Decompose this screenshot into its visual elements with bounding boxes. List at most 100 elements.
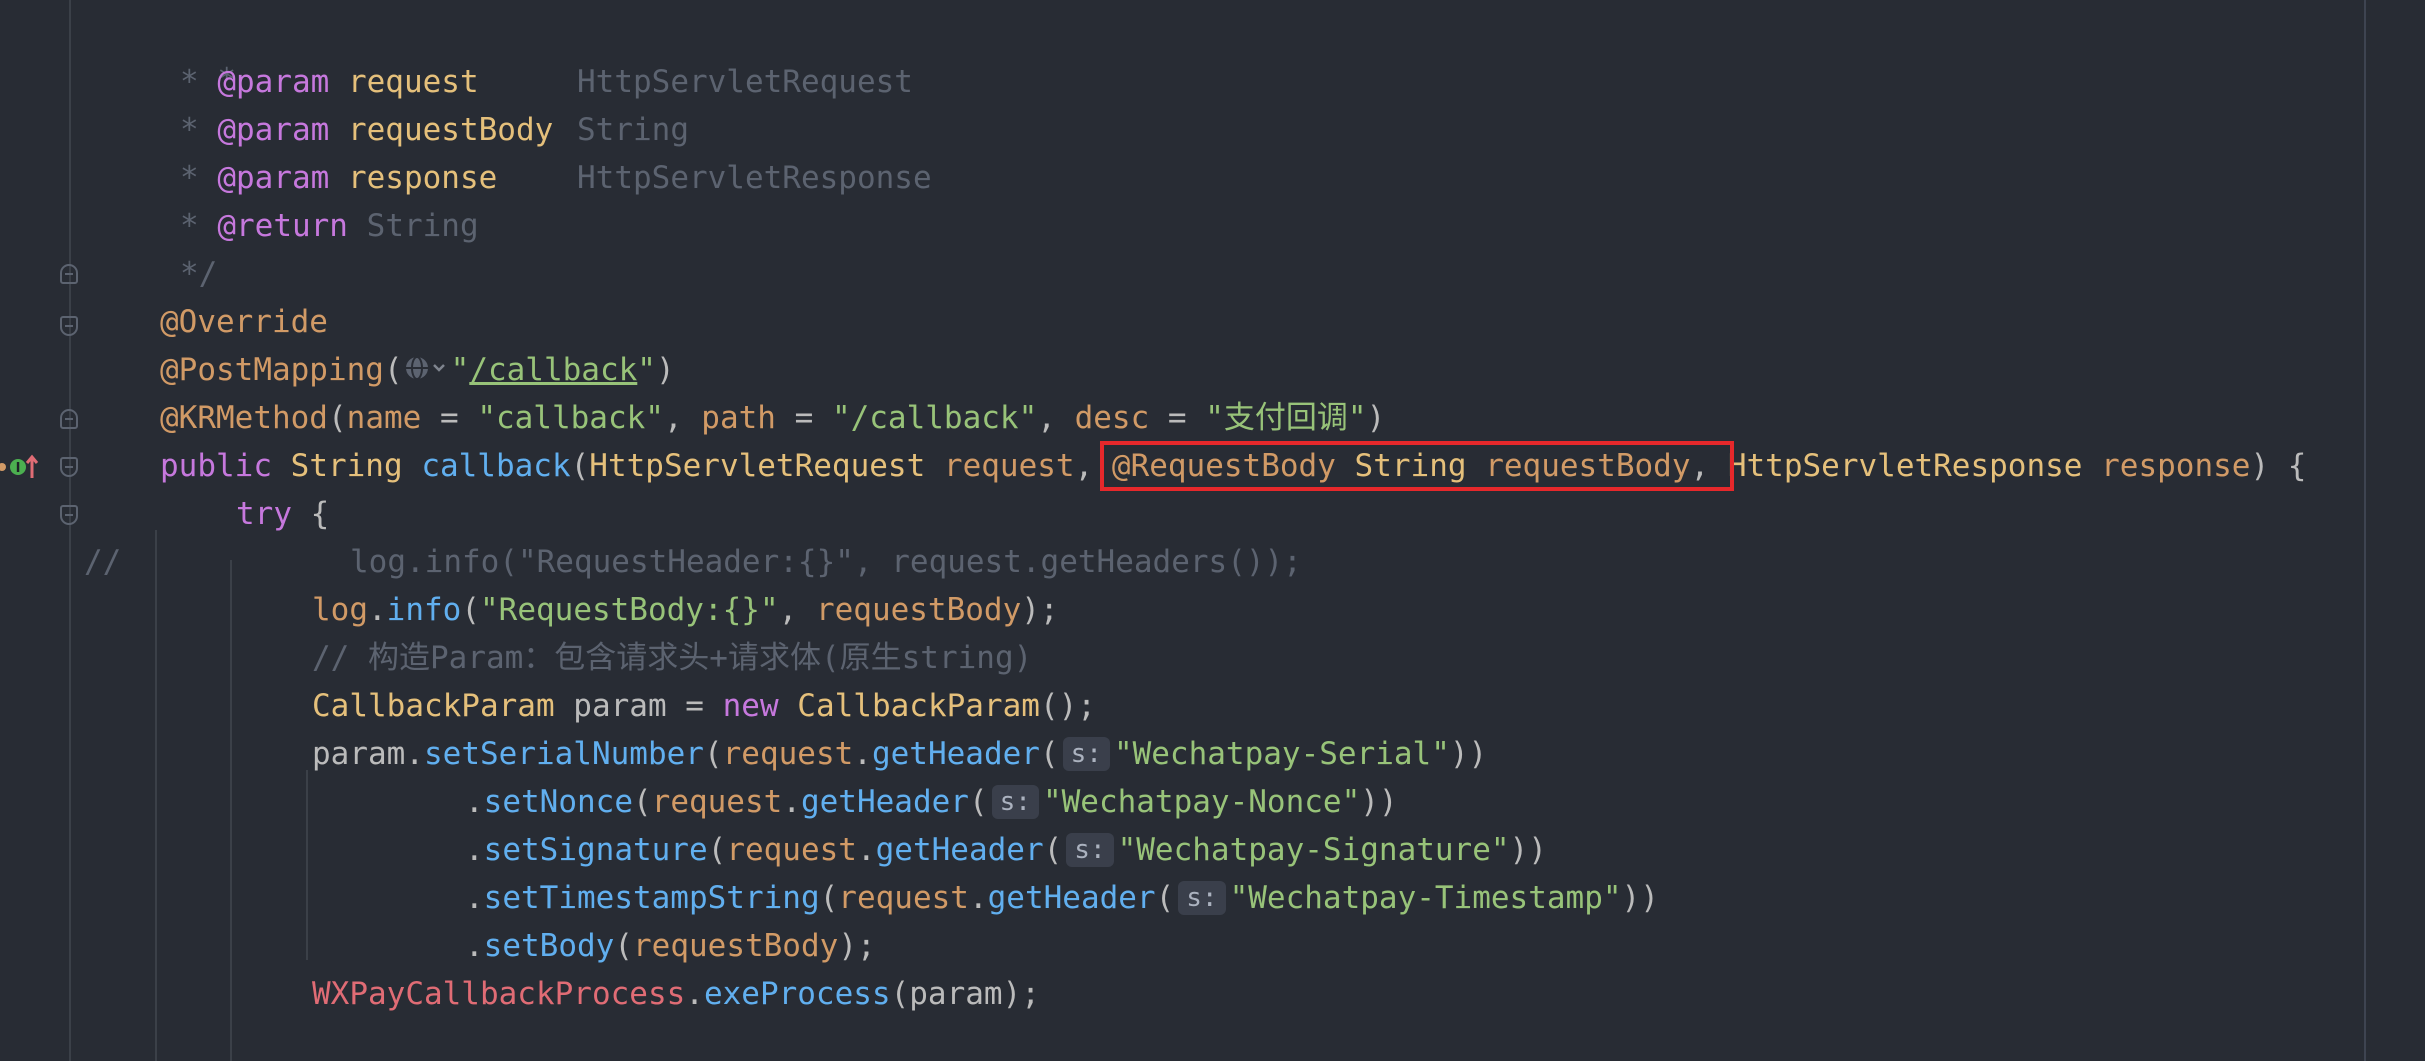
annotation-override: @Override [160, 304, 328, 340]
paren: ( [707, 832, 727, 868]
comma: , [1037, 400, 1075, 436]
method-call[interactable]: info [387, 592, 462, 628]
paren: ) [655, 352, 675, 388]
param-type: HttpServletResponse [1727, 448, 2083, 484]
param-name: request [943, 448, 1075, 484]
implements-icon[interactable]: I [0, 452, 42, 490]
code-line-12: // [84, 538, 121, 586]
code-line-17: .setNonce(request.getHeader(s: "Wechatpay… [465, 778, 1398, 826]
method-call[interactable]: setSerialNumber [424, 736, 704, 772]
method-call[interactable]: exeProcess [704, 976, 891, 1012]
method-call[interactable]: getHeader [876, 832, 1044, 868]
doc-param-name: requestBody [347, 112, 554, 148]
class-name: CallbackParam [312, 688, 555, 724]
paren-brace: ) { [2250, 448, 2307, 484]
method-call[interactable]: setTimestampString [484, 880, 820, 916]
paren: ( [461, 592, 480, 628]
paren: ); [1021, 592, 1059, 628]
method-name[interactable]: callback [421, 448, 570, 484]
code-line-3: * @param requestBody String [180, 106, 689, 154]
string-literal: "Wechatpay-Signature" [1117, 832, 1510, 868]
paren: (); [1039, 688, 1096, 724]
doc-tag: @param [217, 64, 330, 100]
code-line-1: * [180, 8, 236, 98]
method-call[interactable]: getHeader [988, 880, 1156, 916]
brace: { [292, 496, 330, 532]
dot: . [968, 880, 988, 916]
method-call[interactable]: getHeader [801, 784, 969, 820]
code-line-9: @KRMethod(name = "callback", path = "/ca… [160, 394, 1385, 442]
url-hint[interactable] [405, 348, 449, 396]
comma: , [778, 592, 816, 628]
code-line-18: .setSignature(request.getHeader(s: "Wecha… [465, 826, 1547, 874]
parameter-hint: s: [991, 785, 1039, 819]
paren: ( [1043, 832, 1063, 868]
paren: ); [838, 928, 876, 964]
argument: request [722, 736, 854, 772]
dot: . [405, 736, 424, 772]
parameter-hint: s: [1062, 737, 1110, 771]
dot: . [853, 736, 872, 772]
code-line-14: // 构造Param：包含请求头+请求体(原生string) [312, 634, 1032, 682]
doc-star: * [180, 112, 218, 148]
param-type: HttpServletRequest [589, 448, 926, 484]
fold-marker-icon[interactable] [60, 316, 78, 336]
doc-tag: @param [217, 112, 330, 148]
code-line-16: param.setSerialNumber(request.getHeader(… [312, 730, 1487, 778]
doc-tag: @param [217, 160, 330, 196]
fold-marker-icon[interactable] [60, 409, 78, 429]
code-line-8: @PostMapping("/callback") [160, 346, 675, 394]
globe-icon [405, 355, 445, 380]
paren: ( [890, 976, 910, 1012]
parameter-hint: s: [1066, 833, 1114, 867]
return-type: String [290, 448, 403, 484]
parameter-hint: s: [1178, 881, 1226, 915]
doc-star: * [180, 160, 218, 196]
doc-param-desc: String [577, 112, 689, 148]
string-literal: "Wechatpay-Timestamp" [1229, 880, 1622, 916]
constructor: CallbackParam [797, 688, 1040, 724]
dot: . [782, 784, 801, 820]
method-call[interactable]: setBody [484, 928, 615, 964]
attr-value: "/callback" [831, 400, 1038, 436]
string-literal: "RequestBody:{}" [480, 592, 779, 628]
string-literal: "Wechatpay-Nonce" [1042, 784, 1361, 820]
paren: ( [570, 448, 590, 484]
code-line-5: * @return String [180, 202, 479, 250]
equals: = [775, 400, 832, 436]
right-margin-guide [2364, 0, 2366, 1061]
dot: . [685, 976, 704, 1012]
highlight-box [1100, 441, 1734, 491]
dot: . [368, 592, 387, 628]
commented-code: log.info("RequestHeader:{}", request.get… [350, 538, 1302, 586]
code-line-20: .setBody(requestBody); [465, 922, 876, 970]
paren: ( [383, 352, 403, 388]
method-call[interactable]: setNonce [484, 784, 633, 820]
fold-marker-icon[interactable] [60, 264, 78, 284]
fold-marker-icon[interactable] [60, 505, 78, 525]
variable: param [312, 736, 406, 772]
annotation-krmethod: @KRMethod [160, 400, 328, 436]
comma: , [663, 400, 702, 436]
line-comment-marker: // [84, 544, 122, 580]
method-call[interactable]: setSignature [484, 832, 708, 868]
doc-param-name: request [347, 64, 572, 100]
variable-decl: param = [554, 688, 723, 724]
code-line-11: try { [236, 490, 329, 538]
fold-marker-icon[interactable] [60, 457, 78, 477]
comment: // 构造Param：包含请求头+请求体(原生string) [312, 640, 1033, 676]
mapping-path-link[interactable]: /callback [469, 352, 637, 388]
argument: requestBody [815, 592, 1022, 628]
paren: ( [968, 784, 988, 820]
attr-name: name [346, 400, 422, 436]
attr-path: path [701, 400, 776, 436]
method-call[interactable]: getHeader [872, 736, 1040, 772]
doc-param-desc: HttpServletRequest [577, 64, 913, 100]
attr-value: "callback" [477, 400, 664, 436]
doc-param-name: response [347, 160, 572, 196]
dot: . [465, 784, 484, 820]
paren: ) [1366, 400, 1386, 436]
code-line-13: log.info("RequestBody:{}", requestBody); [312, 586, 1059, 634]
paren: ( [1155, 880, 1175, 916]
paren: ( [703, 736, 723, 772]
